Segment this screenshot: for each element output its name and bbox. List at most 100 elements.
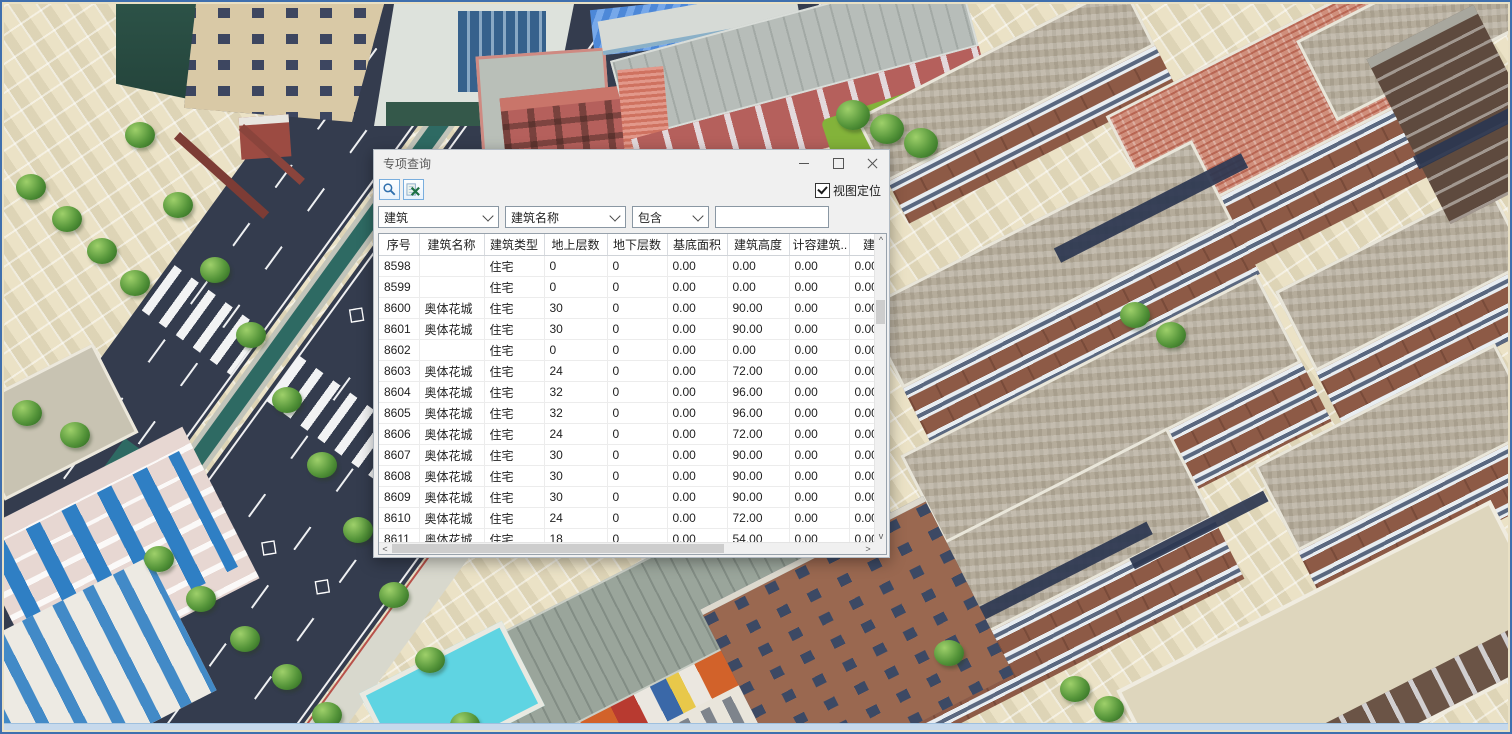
column-header[interactable]: 序号 bbox=[379, 234, 419, 256]
minimize-button[interactable] bbox=[787, 150, 821, 176]
column-header[interactable]: 地下层数 bbox=[607, 234, 667, 256]
tree bbox=[87, 238, 117, 264]
column-header[interactable]: 地上层数 bbox=[544, 234, 607, 256]
tree bbox=[230, 626, 260, 652]
tree bbox=[60, 422, 90, 448]
view-locate-label: 视图定位 bbox=[833, 182, 881, 199]
tree bbox=[163, 192, 193, 218]
grid-viewport: 序号建筑名称建筑类型地上层数地下层数基底面积建筑高度计容建筑..建 8598 住… bbox=[379, 234, 874, 542]
tree bbox=[1120, 302, 1150, 328]
tree bbox=[125, 122, 155, 148]
dialog-titlebar[interactable]: 专项查询 bbox=[374, 150, 889, 176]
column-header[interactable]: 基底面积 bbox=[667, 234, 727, 256]
scrollbar-corner bbox=[874, 542, 886, 554]
checkbox-checked-icon[interactable] bbox=[815, 183, 830, 198]
tree bbox=[934, 640, 964, 666]
lane-diamond-marking: ◇ bbox=[254, 531, 284, 563]
facade bbox=[1176, 612, 1508, 730]
result-grid: 序号建筑名称建筑类型地上层数地下层数基底面积建筑高度计容建筑..建 8598 住… bbox=[378, 233, 887, 555]
table-row[interactable]: 8608 奥体花城 住宅 30 0 0.00 90.00 0.00 0.00 bbox=[379, 466, 874, 487]
keyword-input[interactable] bbox=[715, 206, 829, 228]
column-header[interactable]: 建筑高度 bbox=[727, 234, 789, 256]
column-header[interactable]: 建 bbox=[849, 234, 874, 256]
scroll-left-arrow[interactable]: < bbox=[379, 543, 391, 555]
scroll-up-arrow[interactable]: ^ bbox=[875, 234, 887, 246]
result-table: 序号建筑名称建筑类型地上层数地下层数基底面积建筑高度计容建筑..建 8598 住… bbox=[379, 234, 874, 542]
tree bbox=[1156, 322, 1186, 348]
window-controls bbox=[787, 150, 889, 176]
column-header[interactable]: 建筑名称 bbox=[419, 234, 484, 256]
table-row[interactable]: 8606 奥体花城 住宅 24 0 0.00 72.00 0.00 0.00 bbox=[379, 424, 874, 445]
tree bbox=[415, 647, 445, 673]
close-button[interactable] bbox=[855, 150, 889, 176]
operator-select[interactable]: 包含 bbox=[632, 206, 709, 228]
tree bbox=[16, 174, 46, 200]
dialog-title: 专项查询 bbox=[374, 155, 431, 172]
column-header[interactable]: 计容建筑.. bbox=[789, 234, 849, 256]
table-body: 8598 住宅 0 0 0.00 0.00 0.00 0.00 8599 bbox=[379, 256, 874, 543]
field-value: 建筑名称 bbox=[511, 209, 607, 226]
view-locate-option[interactable]: 视图定位 bbox=[815, 182, 881, 199]
field-select[interactable]: 建筑名称 bbox=[505, 206, 626, 228]
tree bbox=[144, 546, 174, 572]
table-row[interactable]: 8605 奥体花城 住宅 32 0 0.00 96.00 0.00 0.00 bbox=[379, 403, 874, 424]
crosswalk bbox=[142, 265, 264, 375]
query-dialog: 专项查询 视图定位 建筑 建筑名称 包含 bbox=[373, 149, 890, 558]
tree bbox=[1094, 696, 1124, 722]
tree bbox=[12, 400, 42, 426]
vertical-scroll-thumb[interactable] bbox=[876, 300, 885, 324]
chevron-down-icon bbox=[482, 210, 493, 221]
scroll-down-arrow[interactable]: v bbox=[875, 530, 887, 542]
table-row[interactable]: 8611 奥体花城 住宅 18 0 0.00 54.00 0.00 0.00 bbox=[379, 529, 874, 543]
table-row[interactable]: 8601 奥体花城 住宅 30 0 0.00 90.00 0.00 0.00 bbox=[379, 319, 874, 340]
window-frame-bottom bbox=[4, 723, 1508, 730]
search-icon bbox=[382, 182, 397, 197]
operator-value: 包含 bbox=[638, 209, 690, 226]
maximize-button[interactable] bbox=[821, 150, 855, 176]
lane-diamond-marking: ◇ bbox=[308, 570, 338, 602]
tree bbox=[1060, 676, 1090, 702]
query-button[interactable] bbox=[379, 179, 400, 200]
table-row[interactable]: 8607 奥体花城 住宅 30 0 0.00 90.00 0.00 0.00 bbox=[379, 445, 874, 466]
close-icon bbox=[867, 158, 878, 169]
table-row[interactable]: 8609 奥体花城 住宅 30 0 0.00 90.00 0.00 0.00 bbox=[379, 487, 874, 508]
table-row[interactable]: 8603 奥体花城 住宅 24 0 0.00 72.00 0.00 0.00 bbox=[379, 361, 874, 382]
table-row[interactable]: 8604 奥体花城 住宅 32 0 0.00 96.00 0.00 0.00 bbox=[379, 382, 874, 403]
tree bbox=[904, 128, 938, 158]
category-select[interactable]: 建筑 bbox=[378, 206, 499, 228]
tree bbox=[379, 582, 409, 608]
tree bbox=[236, 322, 266, 348]
column-header[interactable]: 建筑类型 bbox=[484, 234, 544, 256]
excel-export-icon bbox=[406, 182, 421, 197]
tree bbox=[200, 257, 230, 283]
export-excel-button[interactable] bbox=[403, 179, 424, 200]
horizontal-scroll-thumb[interactable] bbox=[392, 544, 724, 553]
chevron-down-icon bbox=[609, 210, 620, 221]
tree bbox=[836, 100, 870, 130]
tree bbox=[52, 206, 82, 232]
tree bbox=[186, 586, 216, 612]
tree bbox=[343, 517, 373, 543]
app-window: ◇ ◇ ◇ ◇ ◇ ◇ ◇ ◇ ◇ bbox=[0, 0, 1512, 734]
table-row[interactable]: 8599 住宅 0 0 0.00 0.00 0.00 0.00 bbox=[379, 277, 874, 298]
table-row[interactable]: 8610 奥体花城 住宅 24 0 0.00 72.00 0.00 0.00 bbox=[379, 508, 874, 529]
lane-diamond-marking: ◇ bbox=[342, 299, 372, 331]
header-row: 序号建筑名称建筑类型地上层数地下层数基底面积建筑高度计容建筑..建 bbox=[379, 234, 874, 256]
category-value: 建筑 bbox=[384, 209, 480, 226]
scroll-right-arrow[interactable]: > bbox=[862, 543, 874, 555]
horizontal-scrollbar[interactable]: < > bbox=[379, 542, 874, 554]
vertical-scrollbar[interactable]: ^ v bbox=[874, 234, 886, 542]
filter-row: 建筑 建筑名称 包含 bbox=[378, 206, 829, 228]
tree bbox=[272, 664, 302, 690]
dialog-toolbar bbox=[379, 179, 424, 200]
chevron-down-icon bbox=[692, 210, 703, 221]
tree bbox=[870, 114, 904, 144]
minimize-icon bbox=[799, 163, 809, 164]
maximize-icon bbox=[833, 158, 844, 169]
table-row[interactable]: 8602 住宅 0 0 0.00 0.00 0.00 0.00 bbox=[379, 340, 874, 361]
tree bbox=[307, 452, 337, 478]
table-row[interactable]: 8598 住宅 0 0 0.00 0.00 0.00 0.00 bbox=[379, 256, 874, 277]
table-row[interactable]: 8600 奥体花城 住宅 30 0 0.00 90.00 0.00 0.00 bbox=[379, 298, 874, 319]
tree bbox=[120, 270, 150, 296]
building-beige-offices bbox=[184, 4, 384, 122]
